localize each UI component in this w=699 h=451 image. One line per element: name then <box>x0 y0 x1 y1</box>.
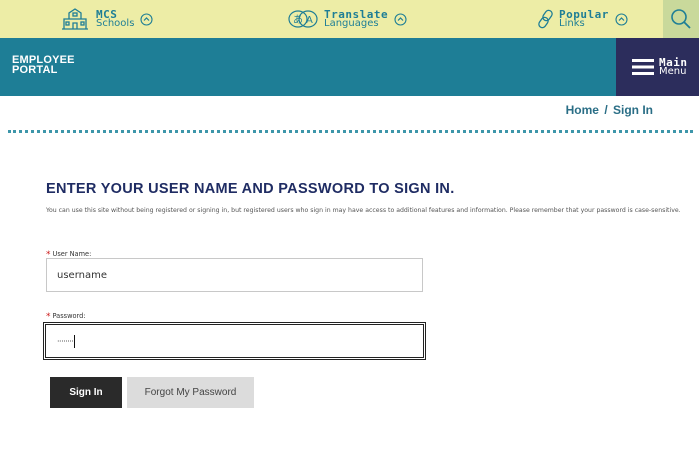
portal-title[interactable]: EMPLOYEE PORTAL <box>12 55 75 76</box>
chevron-up-icon <box>394 12 407 26</box>
username-value: username <box>57 269 107 281</box>
username-label-text: User Name: <box>52 250 92 258</box>
site-header: EMPLOYEE PORTAL Main Menu <box>0 38 699 96</box>
breadcrumb: Home / Sign In <box>566 103 653 117</box>
svg-text:あ: あ <box>293 14 303 26</box>
required-marker: * <box>46 312 51 322</box>
chevron-up-icon <box>140 12 153 26</box>
translate-icon: あ A <box>288 10 318 28</box>
page-title: ENTER YOUR USER NAME AND PASSWORD TO SIG… <box>46 181 455 197</box>
password-label: * Password: <box>46 311 86 322</box>
utility-bar: MCS Schools あ A Translate Languages Popu… <box>0 0 699 38</box>
username-input[interactable]: username <box>46 258 423 292</box>
chevron-up-icon <box>615 12 628 26</box>
search-button[interactable] <box>663 0 699 38</box>
link-icon <box>538 9 553 29</box>
sign-in-description: You can use this site without being regi… <box>46 207 681 214</box>
breadcrumb-separator: / <box>604 103 608 117</box>
forgot-password-button[interactable]: Forgot My Password <box>127 377 254 408</box>
breadcrumb-home-link[interactable]: Home <box>566 103 599 117</box>
popular-sublabel: Links <box>559 18 585 29</box>
schools-dropdown[interactable]: MCS Schools <box>60 0 153 38</box>
main-menu-sublabel: Menu <box>659 66 687 77</box>
main-menu-button[interactable]: Main Menu <box>616 38 699 96</box>
dotted-divider <box>8 130 693 133</box>
translate-dropdown[interactable]: あ A Translate Languages <box>288 0 407 38</box>
sign-in-button[interactable]: Sign In <box>50 377 122 408</box>
password-input[interactable]: ········ <box>43 322 426 360</box>
svg-text:A: A <box>306 15 313 26</box>
popular-links-dropdown[interactable]: Popular Links <box>536 0 628 38</box>
translate-sublabel: Languages <box>324 18 379 29</box>
search-icon <box>671 9 691 29</box>
hamburger-icon <box>632 59 654 75</box>
portal-title-line2: PORTAL <box>12 64 58 76</box>
password-label-text: Password: <box>52 312 86 320</box>
text-caret <box>74 334 76 348</box>
breadcrumb-current: Sign In <box>613 103 653 117</box>
password-value: ········ <box>57 336 74 346</box>
school-building-icon <box>62 8 88 30</box>
schools-sublabel: Schools <box>96 18 135 29</box>
